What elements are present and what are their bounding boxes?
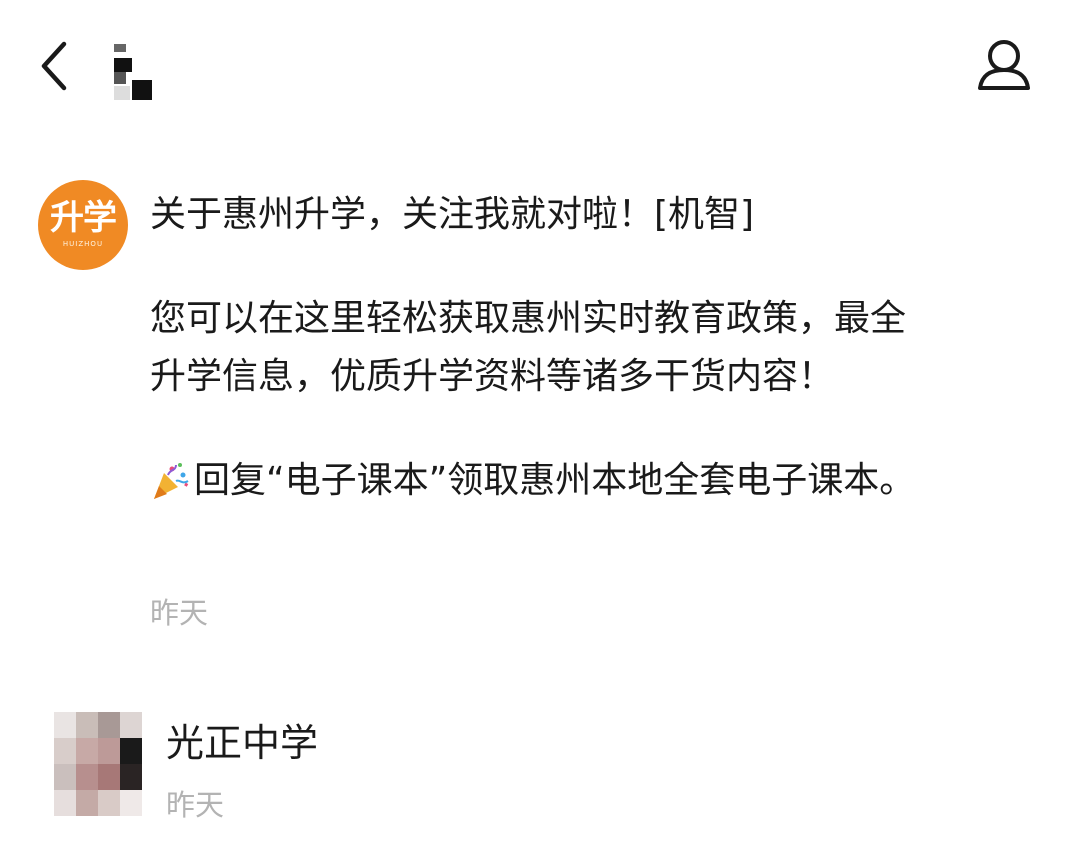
message-para3-text: 回复“电子课本”领取惠州本地全套电子课本。 — [194, 460, 916, 501]
account-avatar[interactable]: 升学 HUIZHOU — [38, 180, 128, 270]
avatar-logo-text: 升学 — [50, 198, 117, 238]
person-icon — [978, 40, 1030, 90]
message-para2-line1: 您可以在这里轻松获取惠州实时教育政策，最全 — [150, 298, 907, 339]
header-title-pixelated — [112, 44, 154, 102]
contact-timestamp: 昨天 — [166, 788, 225, 822]
contact-name[interactable]: 光正中学 — [166, 712, 318, 767]
avatar-logo-subtext: HUIZHOU — [62, 240, 104, 248]
party-popper-icon — [150, 461, 190, 501]
message-line-1: 关于惠州升学，关注我就对啦！[机智] — [150, 194, 755, 235]
message-timestamp: 昨天 — [150, 596, 209, 630]
chevron-left-icon — [41, 41, 67, 91]
message-body: 关于惠州升学，关注我就对啦！[机智] 您可以在这里轻松获取惠州实时教育政策，最全… — [150, 186, 1030, 510]
message-paragraph-2: 您可以在这里轻松获取惠州实时教育政策，最全 升学信息，优质升学资料等诸多干货内容… — [150, 290, 1030, 406]
back-button[interactable] — [34, 38, 78, 94]
message-paragraph-3: 回复“电子课本”领取惠州本地全套电子课本。 — [150, 452, 1030, 510]
profile-button[interactable] — [972, 36, 1036, 96]
message-para2-line2: 升学信息，优质升学资料等诸多干货内容！ — [150, 356, 835, 397]
contact-avatar-pixelated[interactable] — [54, 712, 142, 816]
